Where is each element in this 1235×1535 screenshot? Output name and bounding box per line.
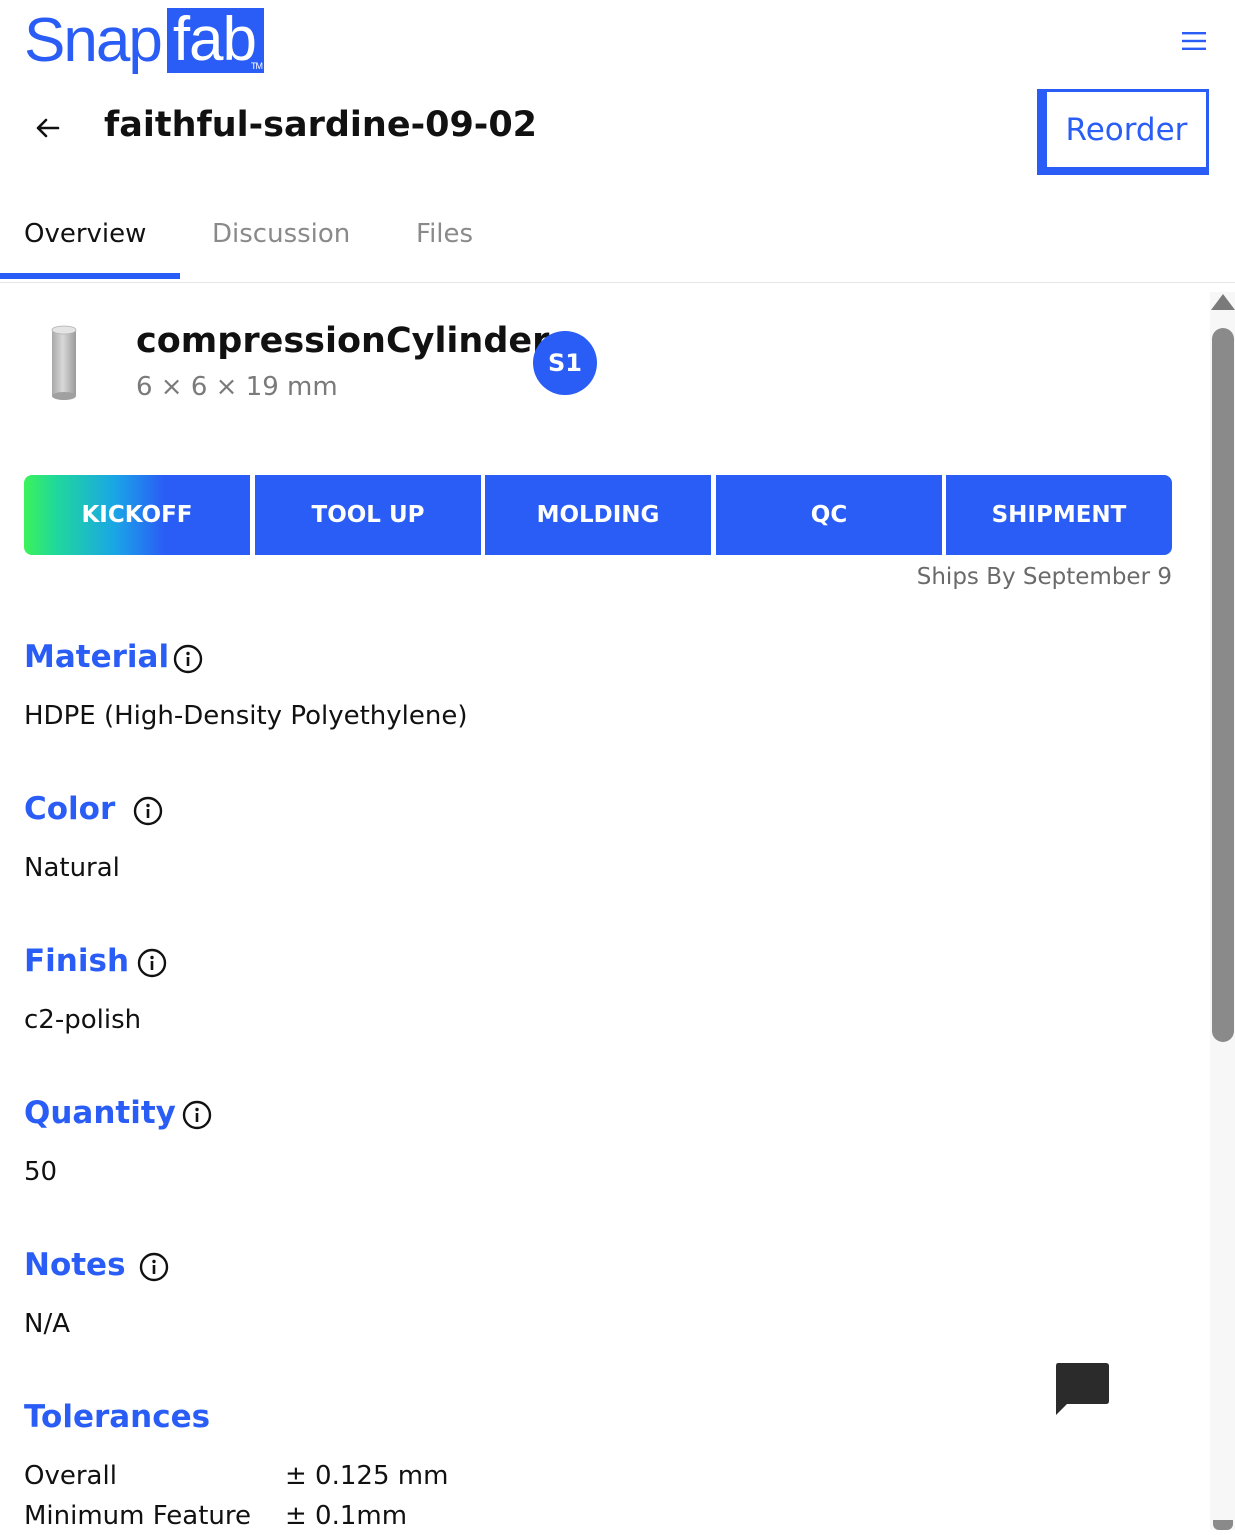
part-badge: S1 [533,331,597,395]
tolerance-overall-value: ± 0.125 mm [285,1461,449,1491]
back-arrow-icon[interactable] [32,112,64,144]
active-tab-indicator [0,273,180,279]
notes-value: N/A [24,1309,70,1339]
material-info-icon[interactable] [173,644,203,674]
notes-heading: Notes [24,1247,126,1283]
stage-qc: QC [716,475,942,555]
stage-kickoff: KICKOFF [24,475,250,555]
reorder-button[interactable]: Reorder [1037,89,1209,175]
tab-discussion[interactable]: Discussion [212,214,350,254]
quantity-info-icon[interactable] [182,1100,212,1130]
tolerance-minimum-feature-label: Minimum Feature [24,1501,252,1531]
finish-heading: Finish [24,943,130,979]
quantity-heading: Quantity [24,1095,176,1131]
material-heading: Material [24,639,170,675]
scroll-down-arrow-icon[interactable] [1213,1520,1233,1530]
color-heading: Color [24,791,116,827]
scrollbar-thumb[interactable] [1212,328,1234,1042]
cylinder-thumbnail [51,325,77,400]
logo-trademark: TM [251,61,263,71]
chat-icon[interactable] [1053,1361,1111,1417]
tab-bar: Overview Discussion Files [0,200,1235,283]
quantity-value: 50 [24,1157,58,1187]
snapfab-logo[interactable]: Snap fab TM [24,5,265,75]
tolerances-heading: Tolerances [24,1399,211,1435]
stage-shipment: SHIPMENT [946,475,1172,555]
tolerance-minimum-feature-value: ± 0.1mm [285,1501,408,1531]
logo-word: Snap [24,6,163,75]
menu-icon[interactable] [1180,30,1208,52]
stage-tool-up: TOOL UP [255,475,481,555]
part-dimensions: 6 × 6 × 19 mm [136,372,338,402]
logo-box-text: fab [172,5,257,74]
finish-info-icon[interactable] [137,948,167,978]
material-value: HDPE (High-Density Polyethylene) [24,701,468,731]
tolerance-overall-label: Overall [24,1461,117,1491]
notes-info-icon[interactable] [139,1252,169,1282]
color-info-icon[interactable] [133,796,163,826]
color-value: Natural [24,853,120,883]
logo-box: fab TM [166,5,265,74]
tab-overview[interactable]: Overview [24,214,146,254]
order-title: faithful-sardine-09-02 [104,105,538,145]
finish-value: c2-polish [24,1005,142,1035]
ships-by-date: Ships By September 9 [916,564,1172,590]
part-name: compressionCylinder [136,321,550,361]
tab-files[interactable]: Files [416,214,473,254]
scroll-up-arrow-icon[interactable] [1211,294,1235,310]
stage-molding: MOLDING [485,475,711,555]
